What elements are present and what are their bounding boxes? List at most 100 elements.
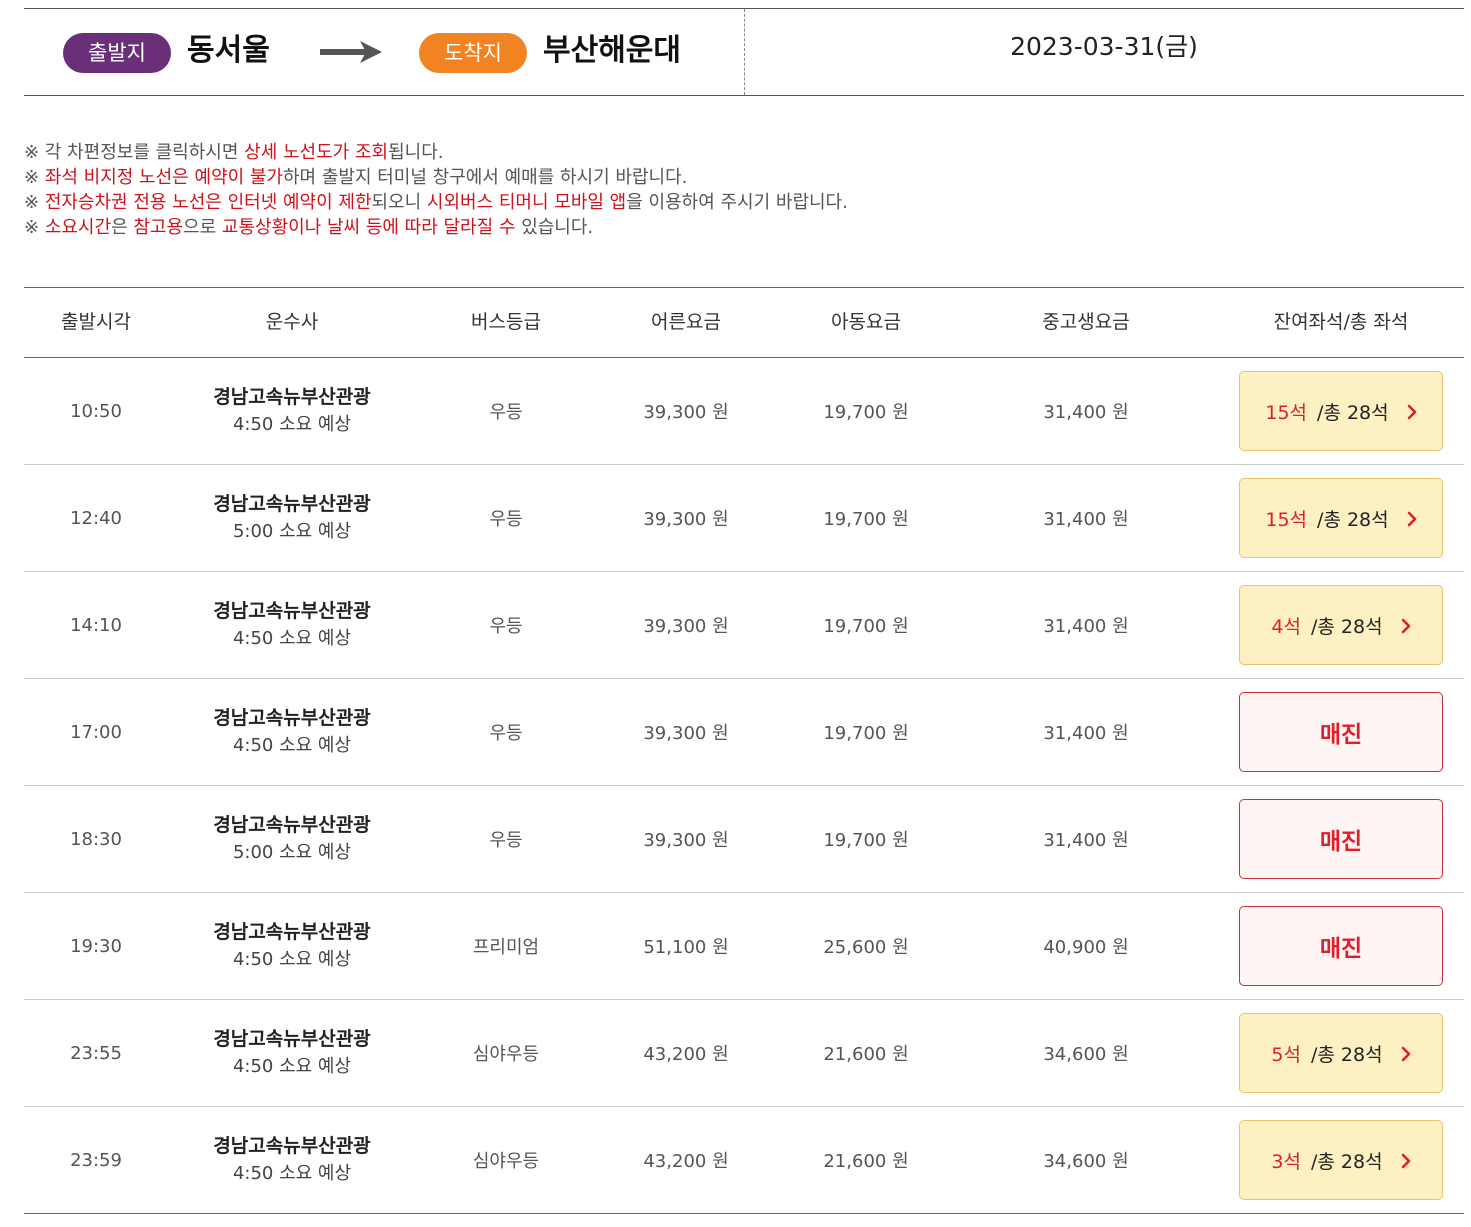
company-name: 경남고속뉴부산관광 (213, 493, 371, 515)
bus-grade: 우등 (489, 509, 523, 530)
seat-cell: 15석/총 28석 (1236, 465, 1446, 571)
header-adult-fare: 어른요금 (651, 311, 721, 333)
seat-cell: 5석/총 28석 (1236, 1000, 1446, 1106)
chevron-right-icon (1401, 1045, 1411, 1062)
seat-select-button[interactable]: 5석/총 28석 (1239, 1013, 1443, 1093)
table-row[interactable]: 18:30 경남고속뉴부산관광 5:00 소요 예상 우등 39,300 원 19,700… (24, 786, 1464, 893)
notice-highlight: 상세 노선도가 조회 (244, 142, 389, 163)
sold-out-label: 매진 (1319, 722, 1363, 748)
departure-time: 18:30 (70, 828, 122, 850)
sold-out-button[interactable]: 매진 (1239, 692, 1443, 772)
departure-time: 12:40 (70, 507, 122, 529)
company-name: 경남고속뉴부산관광 (213, 921, 371, 943)
departure-time: 10:50 (70, 400, 122, 422)
seat-cell: 15석/총 28석 (1236, 358, 1446, 464)
table-row[interactable]: 23:55 경남고속뉴부산관광 4:50 소요 예상 심야우등 43,200 원 21,6… (24, 1000, 1464, 1107)
departure-terminal: 동서울 (187, 33, 270, 68)
company-name: 경남고속뉴부산관광 (213, 814, 371, 836)
child-fare: 19,700 원 (823, 723, 909, 744)
header-child-fare: 아동요금 (831, 311, 901, 333)
departure-badge: 출발지 (63, 33, 171, 73)
adult-fare: 39,300 원 (643, 402, 729, 423)
child-fare: 19,700 원 (823, 830, 909, 851)
seat-cell: 매진 (1236, 893, 1446, 999)
company-cell: 경남고속뉴부산관광 5:00 소요 예상 (174, 786, 410, 892)
total-seats: /총 28석 (1317, 508, 1389, 531)
header-teen-fare: 중고생요금 (1042, 311, 1130, 333)
seat-cell: 3석/총 28석 (1236, 1107, 1446, 1213)
table-row[interactable]: 23:59 경남고속뉴부산관광 4:50 소요 예상 심야우등 43,200 원 21,6… (24, 1107, 1464, 1214)
table-body: 10:50 경남고속뉴부산관광 4:50 소요 예상 우등 39,300 원 19,700… (24, 358, 1464, 1214)
notice-text: ※ (24, 217, 45, 238)
child-fare: 25,600 원 (823, 937, 909, 958)
notice-text: ※ (24, 192, 45, 213)
table-row[interactable]: 19:30 경남고속뉴부산관광 4:50 소요 예상 프리미엄 51,100 원 25,6… (24, 893, 1464, 1000)
total-seats: /총 28석 (1311, 615, 1383, 638)
notice-highlight: 전자승차권 전용 노선은 인터넷 예약이 제한 (44, 192, 372, 213)
company-name: 경남고속뉴부산관광 (213, 600, 371, 622)
seat-select-button[interactable]: 4석/총 28석 (1239, 585, 1443, 665)
chevron-right-icon (1407, 403, 1417, 420)
remaining-seats: 5석 (1271, 1043, 1301, 1066)
company-name: 경남고속뉴부산관광 (213, 707, 371, 729)
seat-select-button[interactable]: 15석/총 28석 (1239, 478, 1443, 558)
estimated-duration: 4:50 소요 예상 (232, 1056, 352, 1077)
company-name: 경남고속뉴부산관광 (213, 386, 371, 408)
adult-fare: 51,100 원 (643, 937, 729, 958)
arrow-right-icon (320, 39, 382, 65)
total-seats: /총 28석 (1311, 1150, 1383, 1173)
route-info: 출발지 동서울 도착지 부산해운대 (24, 9, 745, 95)
bus-grade: 심야우등 (472, 1044, 540, 1065)
sold-out-label: 매진 (1319, 936, 1363, 962)
teen-fare: 34,600 원 (1043, 1151, 1129, 1172)
child-fare: 19,700 원 (823, 402, 909, 423)
seat-cell: 매진 (1236, 679, 1446, 785)
company-cell: 경남고속뉴부산관광 4:50 소요 예상 (174, 893, 410, 999)
company-cell: 경남고속뉴부산관광 4:50 소요 예상 (174, 1107, 410, 1213)
bus-grade: 우등 (489, 402, 523, 423)
notice-line: ※ 소요시간은 참고용으로 교통상황이나 날씨 등에 따라 달라질 수 있습니다… (24, 215, 1124, 240)
sold-out-label: 매진 (1319, 829, 1363, 855)
teen-fare: 31,400 원 (1043, 402, 1129, 423)
bus-grade: 우등 (489, 723, 523, 744)
bus-grade: 심야우등 (472, 1151, 540, 1172)
table-row[interactable]: 17:00 경남고속뉴부산관광 4:50 소요 예상 우등 39,300 원 19,700… (24, 679, 1464, 786)
remaining-seats: 3석 (1271, 1150, 1301, 1173)
sold-out-button[interactable]: 매진 (1239, 906, 1443, 986)
header-bus-grade: 버스등급 (471, 311, 541, 333)
adult-fare: 39,300 원 (643, 616, 729, 637)
estimated-duration: 4:50 소요 예상 (232, 735, 352, 756)
chevron-right-icon (1401, 1152, 1411, 1169)
teen-fare: 40,900 원 (1043, 937, 1129, 958)
notice-line: ※ 각 차편정보를 클릭하시면 상세 노선도가 조회됩니다. (24, 140, 1124, 165)
sold-out-button[interactable]: 매진 (1239, 799, 1443, 879)
bus-grade: 우등 (489, 616, 523, 637)
notice-text: 을 이용하여 주시기 바랍니다. (626, 192, 848, 213)
company-cell: 경남고속뉴부산관광 4:50 소요 예상 (174, 1000, 410, 1106)
teen-fare: 31,400 원 (1043, 830, 1129, 851)
departure-time: 17:00 (70, 721, 122, 743)
notice-line: ※ 좌석 비지정 노선은 예약이 불가하며 출발지 터미널 창구에서 예매를 하… (24, 165, 1124, 190)
table-row[interactable]: 10:50 경남고속뉴부산관광 4:50 소요 예상 우등 39,300 원 19,700… (24, 358, 1464, 465)
remaining-seats: 15석 (1265, 508, 1308, 531)
header-company: 운수사 (265, 311, 319, 333)
seat-select-button[interactable]: 15석/총 28석 (1239, 371, 1443, 451)
notice-highlight: 소요시간 (44, 217, 112, 238)
notice-text: 있습니다. (515, 217, 594, 238)
header-departure-time: 출발시각 (61, 311, 131, 333)
seat-cell: 매진 (1236, 786, 1446, 892)
total-seats: /총 28석 (1317, 401, 1389, 424)
estimated-duration: 4:50 소요 예상 (232, 628, 352, 649)
company-cell: 경남고속뉴부산관광 4:50 소요 예상 (174, 572, 410, 678)
route-header: 출발지 동서울 도착지 부산해운대 2023-03-31(금) (24, 8, 1464, 96)
notice-text: ※ (24, 167, 45, 188)
table-row[interactable]: 14:10 경남고속뉴부산관광 4:50 소요 예상 우등 39,300 원 19,700… (24, 572, 1464, 679)
arrival-badge: 도착지 (419, 33, 527, 73)
seat-select-button[interactable]: 3석/총 28석 (1239, 1120, 1443, 1200)
notice-text: ※ 각 차편정보를 클릭하시면 (24, 142, 245, 163)
notice-highlight: 시외버스 티머니 모바일 앱 (426, 192, 627, 213)
teen-fare: 31,400 원 (1043, 723, 1129, 744)
notice-highlight: 참고용 (133, 217, 184, 238)
schedule-table: 출발시각 운수사 버스등급 어른요금 아동요금 중고생요금 잔여좌석/총 좌석 … (24, 287, 1464, 1214)
table-row[interactable]: 12:40 경남고속뉴부산관광 5:00 소요 예상 우등 39,300 원 19,700… (24, 465, 1464, 572)
